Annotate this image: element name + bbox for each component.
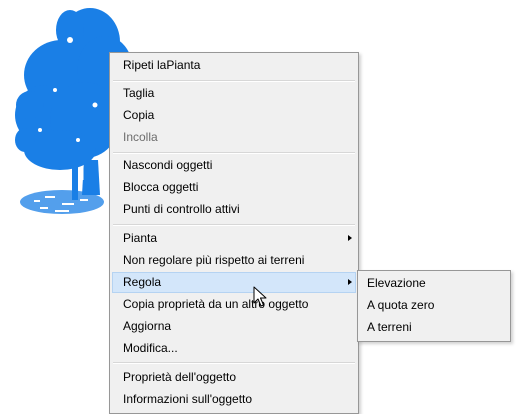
- menu-item-stop-terrain-adjust[interactable]: Non regolare più rispetto ai terreni: [112, 250, 356, 271]
- chevron-right-icon: [348, 279, 352, 285]
- menu-item-edit[interactable]: Modifica...: [112, 338, 356, 359]
- menu-item-label: Blocca oggetti: [123, 180, 199, 194]
- context-menu: Ripeti laPianta Taglia Copia Incolla Nas…: [109, 52, 359, 414]
- menu-item-label: Non regolare più rispetto ai terreni: [123, 253, 305, 267]
- menu-item-adjust[interactable]: Regola: [112, 272, 356, 293]
- menu-item-control-points-on[interactable]: Punti di controllo attivi: [112, 199, 356, 220]
- menu-item-label: Copia proprietà da un altro oggetto: [123, 297, 309, 311]
- menu-item-label: Pianta: [123, 231, 158, 245]
- menu-item-label: Taglia: [123, 86, 155, 100]
- menu-item-plant[interactable]: Pianta: [112, 228, 356, 249]
- submenu-item-label: A terreni: [367, 320, 412, 334]
- menu-item-copy-properties[interactable]: Copia proprietà da un altro oggetto: [112, 294, 356, 315]
- menu-item-object-properties[interactable]: Proprietà dell'oggetto: [112, 367, 356, 388]
- chevron-right-icon: [348, 235, 352, 241]
- menu-item-label: Regola: [123, 275, 162, 289]
- cad-canvas[interactable]: Ripeti laPianta Taglia Copia Incolla Nas…: [0, 0, 516, 414]
- menu-item-label: Incolla: [123, 130, 158, 144]
- menu-item-object-info[interactable]: Informazioni sull'oggetto: [112, 389, 356, 410]
- menu-item-label: Copia: [123, 108, 155, 122]
- menu-item-label: Punti di controllo attivi: [123, 202, 240, 216]
- menu-item-label: Aggiorna: [123, 319, 172, 333]
- menu-separator: [113, 152, 355, 154]
- menu-item-lock-objects[interactable]: Blocca oggetti: [112, 177, 356, 198]
- menu-separator: [113, 224, 355, 226]
- menu-item-label: Proprietà dell'oggetto: [123, 370, 237, 384]
- menu-item-label: Nascondi oggetti: [123, 158, 213, 172]
- menu-item-cut[interactable]: Taglia: [112, 83, 356, 104]
- adjust-submenu: Elevazione A quota zero A terreni: [357, 270, 511, 342]
- menu-item-paste: Incolla: [112, 127, 356, 148]
- submenu-item-label: A quota zero: [367, 298, 435, 312]
- menu-separator: [113, 80, 355, 82]
- submenu-item-elevation[interactable]: Elevazione: [360, 273, 508, 294]
- menu-separator: [113, 362, 355, 364]
- mouse-pointer-icon: [253, 286, 267, 307]
- menu-item-hide-objects[interactable]: Nascondi oggetti: [112, 155, 356, 176]
- submenu-item-zero-height[interactable]: A quota zero: [360, 295, 508, 316]
- menu-item-label: Ripeti laPianta: [123, 58, 201, 72]
- submenu-item-label: Elevazione: [367, 276, 426, 290]
- menu-item-repeat-plant[interactable]: Ripeti laPianta: [112, 55, 356, 76]
- submenu-item-to-terrain[interactable]: A terreni: [360, 317, 508, 338]
- menu-item-label: Informazioni sull'oggetto: [123, 392, 253, 406]
- menu-item-copy[interactable]: Copia: [112, 105, 356, 126]
- menu-item-label: Modifica...: [123, 341, 178, 355]
- menu-item-update[interactable]: Aggiorna: [112, 316, 356, 337]
